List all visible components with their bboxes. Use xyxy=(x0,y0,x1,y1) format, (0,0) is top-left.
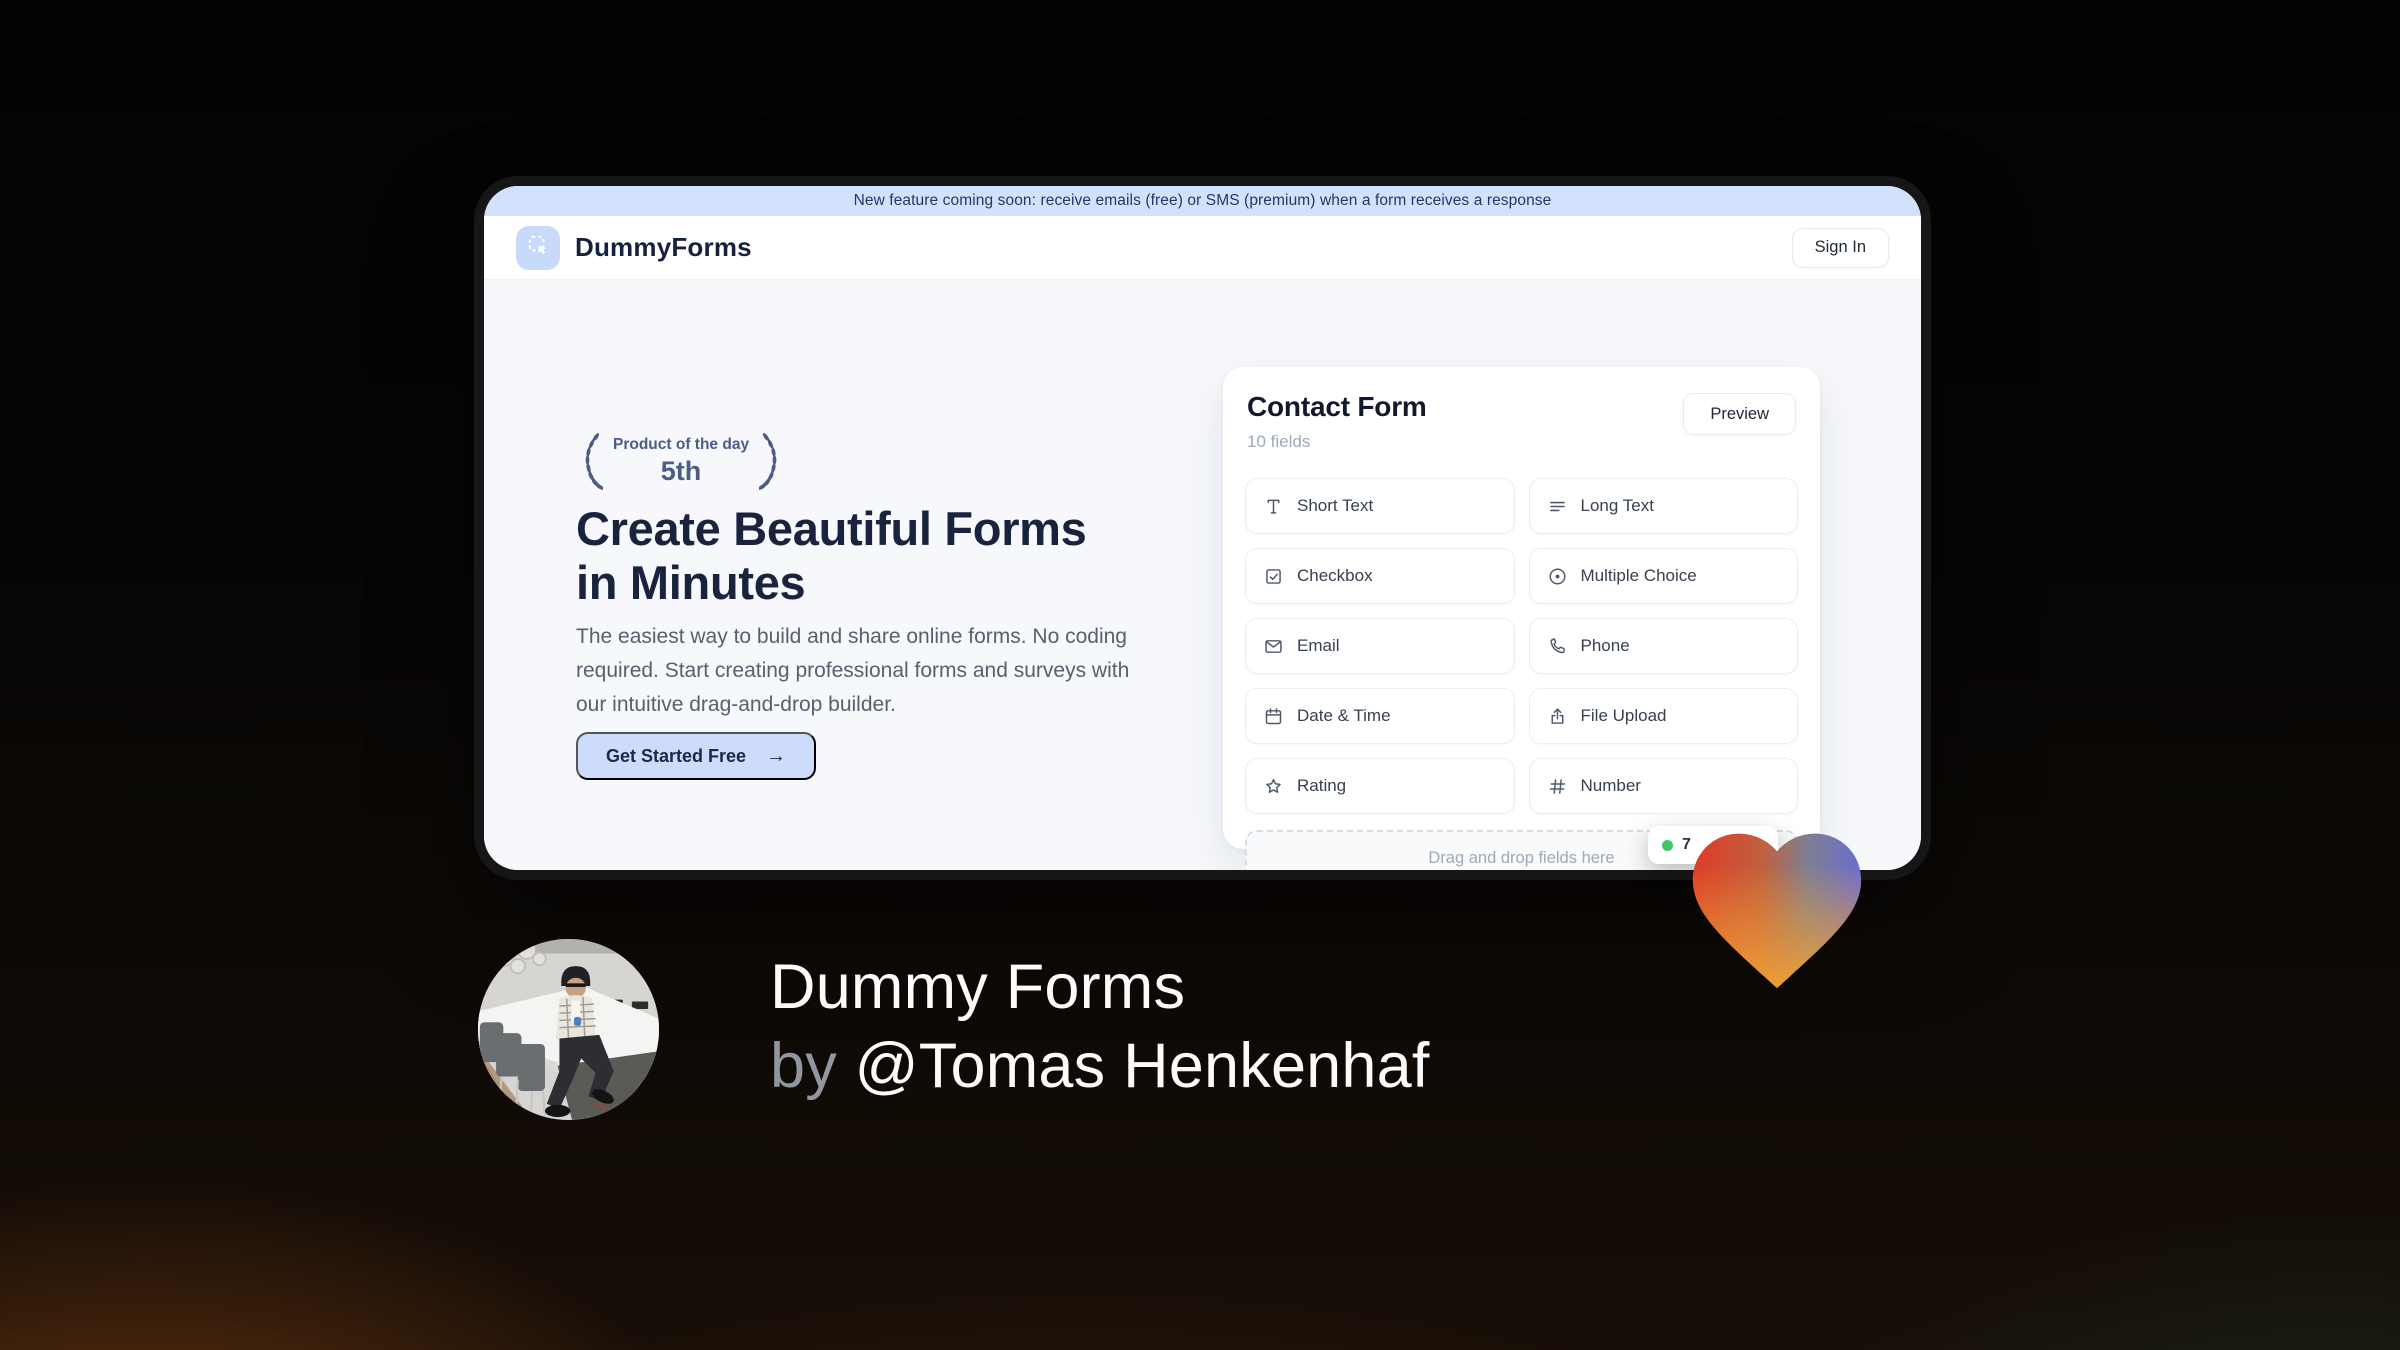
announcement-banner: New feature coming soon: receive emails … xyxy=(484,186,1921,216)
field-label: Date & Time xyxy=(1297,706,1391,725)
field-type-calendar[interactable]: Date & Time xyxy=(1245,688,1515,744)
hero-description: The easiest way to build and share onlin… xyxy=(576,625,1130,717)
laurel-right-icon xyxy=(759,433,777,490)
drag-select-cursor-icon xyxy=(525,232,551,263)
arrow-right-icon: → xyxy=(766,744,787,767)
short-text-icon xyxy=(1263,496,1284,517)
field-type-radio[interactable]: Multiple Choice xyxy=(1528,548,1798,604)
long-text-icon xyxy=(1547,496,1568,517)
dropzone-text: Drag and drop fields here xyxy=(1428,848,1615,867)
phone-icon xyxy=(1547,636,1568,657)
field-type-grid: Short Text Long Text Checkbox Multiple Choi… xyxy=(1245,478,1798,814)
form-builder-card: Contact Form 10 fields Preview Short Tex… xyxy=(1223,367,1820,870)
field-type-upload[interactable]: File Upload xyxy=(1528,688,1798,744)
field-type-email[interactable]: Email xyxy=(1245,618,1515,674)
app-logo[interactable] xyxy=(516,225,560,270)
caption-title: Dummy Forms xyxy=(770,952,1186,1022)
field-label: Short Text xyxy=(1297,496,1374,515)
form-card-titles: Contact Form 10 fields xyxy=(1247,391,1427,452)
star-icon xyxy=(1263,776,1284,797)
badge-title: Product of the day xyxy=(613,435,750,453)
checkbox-icon xyxy=(1263,566,1284,587)
field-type-star[interactable]: Rating xyxy=(1245,758,1515,814)
badge-text: Product of the day 5th xyxy=(613,436,749,487)
calendar-icon xyxy=(1263,706,1284,727)
field-label: Long Text xyxy=(1580,496,1654,515)
app-header: DummyForms Sign In xyxy=(484,216,1921,280)
preview-button[interactable]: Preview xyxy=(1683,393,1796,435)
field-label: File Upload xyxy=(1580,706,1667,725)
brand-name: DummyForms xyxy=(575,232,752,262)
form-card-header: Contact Form 10 fields Preview xyxy=(1245,391,1798,452)
hash-icon xyxy=(1547,776,1568,797)
product-of-day-badge: Product of the day 5th xyxy=(576,430,786,492)
field-label: Rating xyxy=(1297,776,1347,795)
radio-icon xyxy=(1547,566,1568,587)
field-type-phone[interactable]: Phone xyxy=(1528,618,1798,674)
browser-mockup: New feature coming soon: receive emails … xyxy=(484,186,1921,870)
field-type-long-text[interactable]: Long Text xyxy=(1528,478,1798,534)
field-label: Checkbox xyxy=(1297,566,1373,585)
field-type-checkbox[interactable]: Checkbox xyxy=(1245,548,1515,604)
hero-section: Product of the day 5th Create Beautiful … xyxy=(484,280,1921,870)
avatar xyxy=(478,939,659,1120)
get-started-button[interactable]: Get Started Free → xyxy=(576,732,817,780)
cta-label: Get Started Free xyxy=(606,745,747,766)
email-icon xyxy=(1263,636,1284,657)
avatar-photo xyxy=(478,939,659,1120)
status-dot-icon xyxy=(1662,839,1673,851)
heart-icon xyxy=(1692,833,1862,989)
caption: Dummy Forms by @Tomas Henkenhaf xyxy=(770,948,1430,1106)
form-field-count: 10 fields xyxy=(1247,432,1311,451)
form-title: Contact Form xyxy=(1247,391,1427,422)
byline-name: @Tomas Henkenhaf xyxy=(854,1031,1430,1101)
announcement-text: New feature coming soon: receive emails … xyxy=(853,192,1552,209)
field-label: Number xyxy=(1580,776,1641,795)
field-label: Multiple Choice xyxy=(1580,566,1697,585)
byline-prefix: by xyxy=(770,1031,855,1101)
hero-heading: Create Beautiful Forms in Minutes xyxy=(576,502,1087,609)
sign-in-button[interactable]: Sign In xyxy=(1791,227,1889,268)
badge-rank: 5th xyxy=(660,455,702,486)
field-label: Phone xyxy=(1580,636,1630,655)
field-label: Email xyxy=(1297,636,1340,655)
field-type-short-text[interactable]: Short Text xyxy=(1245,478,1515,534)
upload-icon xyxy=(1547,706,1568,727)
laurel-left-icon xyxy=(585,433,603,490)
caption-byline: by @Tomas Henkenhaf xyxy=(770,1027,1430,1106)
